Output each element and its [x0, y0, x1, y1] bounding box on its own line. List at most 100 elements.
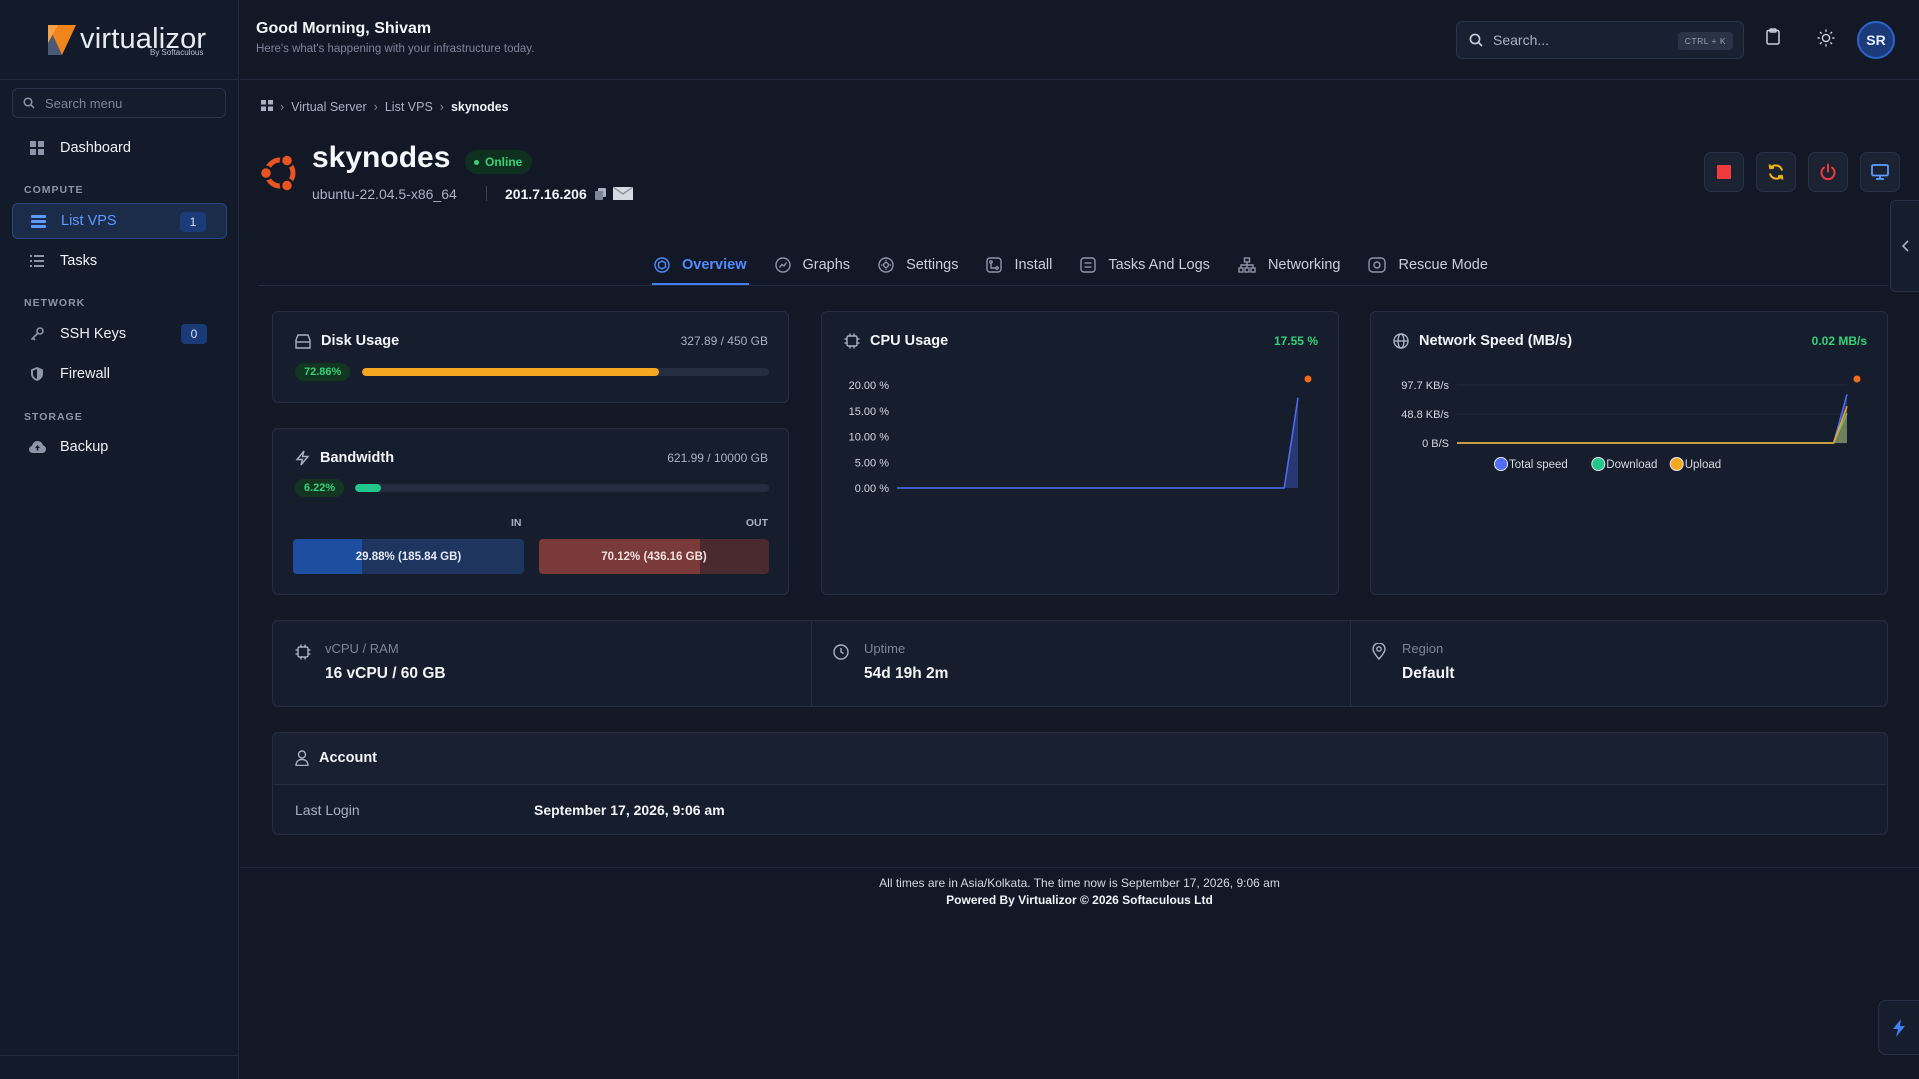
series-line	[1457, 412, 1848, 444]
breadcrumb-current: skynodes	[450, 100, 509, 114]
sidebar-item-label: SSH Keys	[60, 326, 127, 342]
divider	[1350, 621, 1351, 706]
tab-rescue-mode[interactable]: Rescue Mode	[1366, 246, 1489, 284]
copy-icon[interactable]	[595, 187, 606, 203]
tab-install[interactable]: Install	[984, 246, 1054, 284]
sidebar-search-input[interactable]: Search menu	[12, 88, 226, 118]
tab-bar: Overview Graphs Settings Install Tasks A…	[652, 246, 1514, 285]
sidebar-item-tasks[interactable]: Tasks	[12, 243, 227, 279]
bandwidth-title: Bandwidth	[295, 450, 394, 466]
card-title-text: Disk Usage	[321, 333, 400, 349]
tab-label: Install	[1014, 257, 1053, 273]
dashboard-icon	[28, 139, 46, 157]
tab-label: Rescue Mode	[1398, 257, 1488, 273]
divider	[486, 186, 487, 201]
stat-label: Uptime	[864, 641, 906, 656]
virtualizor-logo-icon	[46, 23, 78, 57]
tab-label: Tasks And Logs	[1108, 257, 1210, 273]
y-tick-label: 15.00 %	[849, 406, 890, 418]
restart-icon	[1768, 164, 1784, 180]
account-card: Account Last Login September 17, 2026, 9…	[272, 732, 1888, 835]
y-tick-label: 97.7 KB/s	[1401, 380, 1449, 392]
bandwidth-percent-badge: 6.22%	[295, 479, 345, 497]
cube-icon	[654, 257, 670, 273]
series-area	[1457, 406, 1847, 443]
live-indicator-dot	[1853, 375, 1861, 383]
breadcrumb-list-vps[interactable]: List VPS	[385, 100, 433, 114]
status-dot	[474, 159, 479, 165]
tab-graphs[interactable]: Graphs	[773, 246, 853, 284]
email-icon[interactable]	[612, 186, 634, 203]
location-pin-icon	[1372, 642, 1386, 663]
disk-progress-fill	[362, 368, 659, 376]
global-search-placeholder: Search...	[1493, 32, 1550, 48]
tab-label: Overview	[682, 257, 747, 273]
sidebar-item-list-vps[interactable]: List VPS 1	[12, 203, 227, 239]
sidebar-bottom-divider	[0, 1055, 239, 1056]
bandwidth-in-text: 29.88% (185.84 GB)	[355, 550, 462, 563]
vps-stats-card	[272, 620, 1888, 707]
cpu-icon	[295, 644, 311, 663]
disk-usage-title: Disk Usage	[295, 333, 399, 349]
tab-overview[interactable]: Overview	[652, 246, 749, 285]
grid-home-icon[interactable]	[261, 100, 273, 114]
y-tick-label: 10.00 %	[849, 432, 890, 444]
stop-icon	[1717, 165, 1731, 179]
y-tick-label: 0 B/S	[1422, 438, 1449, 450]
tasks-icon	[28, 252, 46, 270]
tab-label: Networking	[1267, 257, 1341, 273]
cloud-backup-icon	[28, 438, 46, 456]
tab-label: Graphs	[802, 257, 851, 273]
stat-vcpu-ram: vCPU / RAM 16 vCPU / 60 GB	[325, 641, 446, 727]
tab-tasks-and-logs[interactable]: Tasks And Logs	[1078, 246, 1212, 284]
power-button[interactable]	[1808, 152, 1848, 192]
collapse-panel-handle[interactable]	[1890, 200, 1919, 292]
chevron-left-icon	[1901, 240, 1909, 252]
tab-networking[interactable]: Networking	[1236, 246, 1343, 284]
user-avatar[interactable]: SR	[1857, 21, 1895, 59]
card-title-text: Bandwidth	[320, 450, 395, 466]
sun-icon[interactable]	[1817, 29, 1835, 50]
section-network: NETWORK	[24, 297, 86, 309]
greeting-title: Good Morning, Shivam	[256, 20, 432, 37]
console-button[interactable]	[1860, 152, 1900, 192]
sidebar-item-label: Tasks	[60, 253, 98, 269]
bandwidth-in-bar: 29.88% (185.84 GB)	[293, 539, 524, 574]
vps-count-badge: 1	[180, 212, 206, 232]
bandwidth-out-label: OUT	[745, 517, 768, 529]
quick-action-button[interactable]	[1878, 1000, 1919, 1055]
search-icon	[23, 97, 35, 109]
ubuntu-logo-icon	[258, 151, 302, 198]
logo[interactable]: virtualizor	[0, 0, 238, 80]
rescue-icon	[1368, 257, 1387, 273]
install-icon	[986, 257, 1003, 273]
divider	[811, 621, 812, 706]
series-area	[1457, 394, 1847, 443]
sidebar-item-label: Backup	[60, 439, 109, 455]
search-icon	[1469, 33, 1483, 47]
sidebar-item-dashboard[interactable]: Dashboard	[12, 130, 227, 166]
key-icon	[28, 325, 46, 343]
section-storage: STORAGE	[24, 411, 83, 423]
stat-label: vCPU / RAM	[325, 641, 399, 656]
disk-percent-badge: 72.86%	[295, 363, 351, 381]
breadcrumb-virtual-server[interactable]: Virtual Server	[291, 100, 367, 114]
series-line	[1457, 405, 1848, 444]
sidebar-item-backup[interactable]: Backup	[12, 429, 227, 465]
stop-button[interactable]	[1704, 152, 1744, 192]
console-icon	[1871, 164, 1889, 180]
card-title-text: Network Speed (MB/s)	[1419, 333, 1573, 349]
legend-marker	[1494, 457, 1508, 471]
series-line	[897, 397, 1299, 489]
series-line	[1457, 394, 1848, 444]
global-search-input[interactable]: Search... CTRL + K	[1456, 21, 1744, 59]
tab-settings[interactable]: Settings	[876, 246, 960, 284]
sidebar-item-label: Firewall	[60, 366, 110, 382]
clipboard-icon[interactable]	[1766, 28, 1780, 48]
sidebar-item-ssh-keys[interactable]: SSH Keys 0	[12, 316, 227, 352]
sidebar-item-firewall[interactable]: Firewall	[12, 356, 227, 392]
bandwidth-amount: 621.99 / 10000 GB	[667, 451, 768, 465]
stat-uptime: Uptime 54d 19h 2m	[864, 641, 948, 727]
restart-button[interactable]	[1756, 152, 1796, 192]
disk-progress-bar	[362, 368, 769, 376]
